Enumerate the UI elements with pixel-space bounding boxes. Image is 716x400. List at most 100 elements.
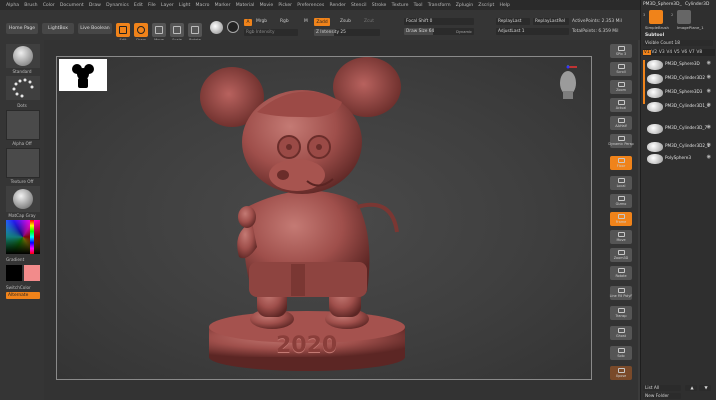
shelf-transp-button[interactable]: Transp (610, 306, 632, 320)
menu-zscript[interactable]: Zscript (478, 3, 494, 8)
shelf-line-fill-polyf-button[interactable]: Line Fill PolyF (610, 286, 632, 300)
shelf-rotate-button[interactable]: Rotate (610, 266, 632, 280)
imageplane-icon[interactable] (677, 10, 691, 24)
new-folder-button[interactable]: New Folder (643, 393, 681, 399)
a-toggle[interactable]: A (244, 19, 252, 26)
shelf-dynamic-persp-button[interactable]: Dynamic Persp (608, 134, 634, 148)
brush-slot[interactable] (6, 44, 40, 68)
secondary-color-swatch[interactable] (24, 265, 40, 281)
home-page-button[interactable]: Home Page (6, 23, 38, 34)
scale-tool-button[interactable] (170, 23, 184, 37)
menu-layer[interactable]: Layer (161, 3, 174, 8)
focal-shift-slider[interactable]: Focal Shift 0 (404, 18, 474, 25)
shelf-ghost-button[interactable]: Ghost (610, 326, 632, 340)
subtool-row[interactable]: PM3D_Cylinder3D1_4 ◉ (643, 100, 713, 116)
shelf-floor-button[interactable]: Floor (610, 156, 632, 170)
menu-movie[interactable]: Movie (260, 3, 274, 8)
menu-brush[interactable]: Brush (24, 3, 37, 8)
main-color-swatch[interactable] (6, 265, 22, 281)
menu-edit[interactable]: Edit (134, 3, 143, 8)
alpha-slot[interactable] (6, 110, 40, 140)
subtool-tab-v5[interactable]: V5 (673, 50, 681, 55)
menu-preferences[interactable]: Preferences (297, 3, 324, 8)
subtool-tab-v7[interactable]: V7 (688, 50, 696, 55)
shelf-actual-button[interactable]: Actual (610, 98, 632, 112)
draw-tool-button[interactable] (134, 23, 148, 37)
color-mode-icon[interactable] (227, 21, 239, 33)
subtool-tab-v4[interactable]: V4 (666, 50, 674, 55)
rgb-button[interactable]: Rgb (280, 19, 289, 24)
shelf-solo-button[interactable]: Solo (610, 346, 632, 360)
hue-strip[interactable] (30, 220, 34, 254)
subtool-row[interactable]: PM3D_Cylinder3D_7 ◉ (643, 122, 713, 138)
eye-icon[interactable]: ◉ (707, 154, 711, 160)
alternate-button[interactable]: Alternate (6, 292, 40, 299)
move-up-arrow-icon[interactable]: ▲ (685, 385, 697, 391)
color-wheel[interactable] (6, 220, 40, 254)
adjust-last-slider[interactable]: AdjustLast 1 (496, 28, 569, 35)
move-tool-button[interactable] (152, 23, 166, 37)
m-button[interactable]: M (304, 19, 308, 24)
z-intensity-slider[interactable]: Z Intensity 25 (314, 29, 380, 36)
eye-icon[interactable]: ◉ (707, 102, 711, 108)
shelf-zoom3d-button[interactable]: Zoom3D (610, 248, 632, 262)
eye-icon[interactable]: ◉ (707, 60, 711, 66)
move-down-arrow-icon[interactable]: ▼ (699, 385, 711, 391)
menu-light[interactable]: Light (179, 3, 190, 8)
menu-stroke[interactable]: Stroke (372, 3, 387, 8)
material-slot[interactable] (6, 186, 40, 212)
menu-material[interactable]: Material (236, 3, 255, 8)
menu-file[interactable]: File (148, 3, 156, 8)
menu-tool[interactable]: Tool (414, 3, 423, 8)
shelf-move-button[interactable]: Move (610, 230, 632, 244)
eye-icon[interactable]: ◉ (707, 142, 711, 148)
zadd-button[interactable]: Zadd (314, 18, 330, 26)
menu-picker[interactable]: Picker (278, 3, 292, 8)
shelf-gizmo-button[interactable]: Gizmo (610, 194, 632, 208)
subtool-row[interactable]: PolySphere3 ◉ (643, 152, 713, 168)
menu-color[interactable]: Color (43, 3, 55, 8)
material-sphere-icon[interactable] (210, 21, 223, 34)
shelf-aahalf-button[interactable]: AAHalf (610, 116, 632, 130)
shelf-spix-3-button[interactable]: SPix 3 (610, 44, 632, 58)
shelf-local-button[interactable]: Local (610, 176, 632, 190)
replay-last-rel-button[interactable]: ReplayLastRel (533, 18, 569, 25)
subtool-tab-v8[interactable]: V8 (696, 50, 704, 55)
menu-marker[interactable]: Marker (215, 3, 231, 8)
eye-icon[interactable]: ◉ (707, 88, 711, 94)
rotate-tool-button[interactable] (188, 23, 202, 37)
menu-document[interactable]: Document (60, 3, 84, 8)
lightbox-button[interactable]: LightBox (42, 23, 74, 34)
menu-draw[interactable]: Draw (89, 3, 101, 8)
document-viewport[interactable]: 2020 (56, 56, 592, 380)
zsub-button[interactable]: Zsub (340, 19, 351, 24)
menu-transform[interactable]: Transform (428, 3, 451, 8)
subtool-tab-v1[interactable]: V1 (643, 50, 651, 55)
simplebrush-icon[interactable] (649, 10, 663, 24)
draw-size-slider[interactable]: Draw Size 64 Dynamic (404, 28, 474, 35)
subtool-tab-v2[interactable]: V2 (651, 50, 659, 55)
rgb-intensity-slider[interactable]: Rgb Intensity (244, 29, 298, 36)
subtool-tab-v3[interactable]: V3 (658, 50, 666, 55)
eye-icon[interactable]: ◉ (707, 124, 711, 130)
texture-slot[interactable] (6, 148, 40, 178)
menu-help[interactable]: Help (499, 3, 509, 8)
shelf-xpose-button[interactable]: Xpose (610, 366, 632, 380)
stroke-slot[interactable] (6, 76, 40, 100)
eye-icon[interactable]: ◉ (707, 74, 711, 80)
menu-render[interactable]: Render (329, 3, 345, 8)
menu-dynamics[interactable]: Dynamics (106, 3, 129, 8)
subtool-tab-v6[interactable]: V6 (681, 50, 689, 55)
navigation-head-icon[interactable] (557, 61, 579, 101)
list-all-button[interactable]: List All (643, 385, 681, 391)
menu-alpha[interactable]: Alpha (6, 3, 19, 8)
menu-stencil[interactable]: Stencil (351, 3, 367, 8)
menu-texture[interactable]: Texture (392, 3, 409, 8)
edit-tool-button[interactable] (116, 23, 130, 37)
menu-macro[interactable]: Macro (196, 3, 210, 8)
replay-last-button[interactable]: ReplayLast (496, 18, 530, 25)
zcut-button[interactable]: Zcut (364, 19, 374, 24)
shelf-scroll-button[interactable]: Scroll (610, 62, 632, 76)
shelf-zoom-button[interactable]: Zoom (610, 80, 632, 94)
menu-zplugin[interactable]: Zplugin (456, 3, 473, 8)
